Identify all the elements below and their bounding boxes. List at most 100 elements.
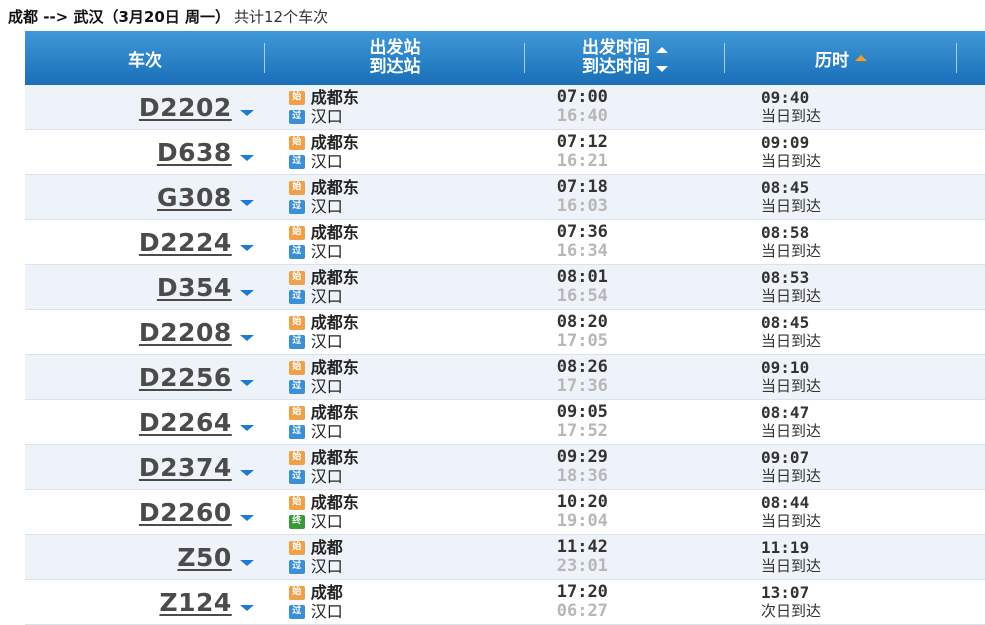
arrival-day-note: 次日到达 xyxy=(761,602,822,620)
times-cell: 09:29 18:36 xyxy=(513,445,729,489)
departure-time: 08:01 xyxy=(556,267,608,287)
table-header: 车次 出发站 到达站 出发时间 到达时间 历时 xyxy=(25,31,985,85)
start-station-icon: 始 xyxy=(288,225,305,240)
pass-station-icon: 过 xyxy=(288,154,305,169)
stations-cell: 始成都东过汉口 xyxy=(272,445,513,489)
header-train-label: 车次 xyxy=(128,50,162,71)
expand-stops-icon[interactable] xyxy=(239,155,254,161)
arrival-time: 16:21 xyxy=(556,151,608,171)
start-station-icon: 始 xyxy=(288,315,305,330)
sort-asc-icon xyxy=(656,47,668,53)
times-cell: 17:20 06:27 xyxy=(513,580,729,624)
arrival-station: 汉口 xyxy=(310,287,343,306)
sort-asc-icon xyxy=(855,55,867,61)
arrival-time: 16:54 xyxy=(556,286,608,306)
train-cell: G308 xyxy=(25,175,272,219)
train-number-link[interactable]: D2260 xyxy=(139,498,232,527)
expand-stops-icon[interactable] xyxy=(239,380,254,386)
departure-time: 07:12 xyxy=(556,132,608,152)
train-number-link[interactable]: D354 xyxy=(157,273,232,302)
arrival-station: 汉口 xyxy=(310,332,343,351)
departure-time: 09:29 xyxy=(556,447,608,467)
arrival-time: 16:34 xyxy=(556,241,608,261)
duration-value: 09:07 xyxy=(761,448,810,467)
departure-station: 成都东 xyxy=(310,358,359,377)
departure-time: 08:20 xyxy=(556,312,608,332)
header-train: 车次 xyxy=(25,31,265,85)
train-cell: D2260 xyxy=(25,490,272,534)
train-number-link[interactable]: Z124 xyxy=(159,588,231,617)
duration-cell: 08:44 当日到达 xyxy=(729,490,961,534)
pass-station-icon: 过 xyxy=(288,199,305,214)
arrival-day-note: 当日到达 xyxy=(761,152,822,170)
expand-stops-icon[interactable] xyxy=(239,560,254,566)
departure-station: 成都 xyxy=(310,538,343,557)
train-number-link[interactable]: D2256 xyxy=(139,363,232,392)
table-row: Z124 始成都过汉口 17:20 06:27 13:07 次日到达 xyxy=(25,580,985,625)
departure-time: 17:20 xyxy=(556,582,608,602)
start-station-icon: 始 xyxy=(288,135,305,150)
train-number-link[interactable]: G308 xyxy=(157,183,232,212)
row-extra xyxy=(961,85,985,129)
stations-cell: 始成都东过汉口 xyxy=(272,175,513,219)
sort-by-departure[interactable]: 出发时间 xyxy=(582,39,668,58)
departure-station: 成都东 xyxy=(310,403,359,422)
train-number-link[interactable]: D2374 xyxy=(139,453,232,482)
duration-value: 09:40 xyxy=(761,88,810,107)
departure-time: 09:05 xyxy=(556,402,608,422)
expand-stops-icon[interactable] xyxy=(239,470,254,476)
train-number-link[interactable]: D2264 xyxy=(139,408,232,437)
expand-stops-icon[interactable] xyxy=(239,425,254,431)
row-extra xyxy=(961,220,985,264)
expand-stops-icon[interactable] xyxy=(239,515,254,521)
departure-station: 成都东 xyxy=(310,493,359,512)
expand-stops-icon[interactable] xyxy=(239,110,254,116)
row-extra xyxy=(961,490,985,534)
expand-stops-icon[interactable] xyxy=(239,290,254,296)
arrival-station: 汉口 xyxy=(310,107,343,126)
train-number-link[interactable]: Z50 xyxy=(177,543,231,572)
sort-desc-icon xyxy=(656,66,668,72)
table-row: D2256 始成都东过汉口 08:26 17:36 09:10 当日到达 xyxy=(25,355,985,400)
expand-stops-icon[interactable] xyxy=(239,335,254,341)
sort-by-arrival[interactable]: 到达时间 xyxy=(582,58,668,77)
duration-value: 11:19 xyxy=(761,538,810,557)
row-extra xyxy=(961,355,985,399)
start-station-icon: 始 xyxy=(288,405,305,420)
train-number-link[interactable]: D2224 xyxy=(139,228,232,257)
departure-station: 成都东 xyxy=(310,88,359,107)
train-number-link[interactable]: D2202 xyxy=(139,93,232,122)
train-number-link[interactable]: D2208 xyxy=(139,318,232,347)
row-extra xyxy=(961,400,985,444)
train-cell: Z124 xyxy=(25,580,272,624)
arrival-time: 16:40 xyxy=(556,106,608,126)
sort-by-duration[interactable]: 历时 xyxy=(725,31,957,85)
row-extra xyxy=(961,445,985,489)
start-station-icon: 始 xyxy=(288,450,305,465)
arrival-station: 汉口 xyxy=(310,602,343,621)
duration-cell: 13:07 次日到达 xyxy=(729,580,961,624)
arrival-day-note: 当日到达 xyxy=(761,242,822,260)
expand-stops-icon[interactable] xyxy=(239,245,254,251)
arrival-day-note: 当日到达 xyxy=(761,557,822,575)
duration-cell: 09:40 当日到达 xyxy=(729,85,961,129)
start-station-icon: 始 xyxy=(288,360,305,375)
duration-cell: 08:47 当日到达 xyxy=(729,400,961,444)
train-cell: D2256 xyxy=(25,355,272,399)
row-extra xyxy=(961,130,985,174)
stations-cell: 始成都东过汉口 xyxy=(272,85,513,129)
arrival-day-note: 当日到达 xyxy=(761,512,822,530)
stations-cell: 始成都东终汉口 xyxy=(272,490,513,534)
train-cell: D354 xyxy=(25,265,272,309)
train-number-link[interactable]: D638 xyxy=(157,138,232,167)
times-cell: 11:42 23:01 xyxy=(513,535,729,579)
row-extra xyxy=(961,175,985,219)
table-row: D638 始成都东过汉口 07:12 16:21 09:09 当日到达 xyxy=(25,130,985,175)
arrival-station: 汉口 xyxy=(310,197,343,216)
arrival-time: 17:52 xyxy=(556,421,608,441)
expand-stops-icon[interactable] xyxy=(239,605,254,611)
times-cell: 07:18 16:03 xyxy=(513,175,729,219)
expand-stops-icon[interactable] xyxy=(239,200,254,206)
duration-value: 09:09 xyxy=(761,133,810,152)
pass-station-icon: 过 xyxy=(288,469,305,484)
